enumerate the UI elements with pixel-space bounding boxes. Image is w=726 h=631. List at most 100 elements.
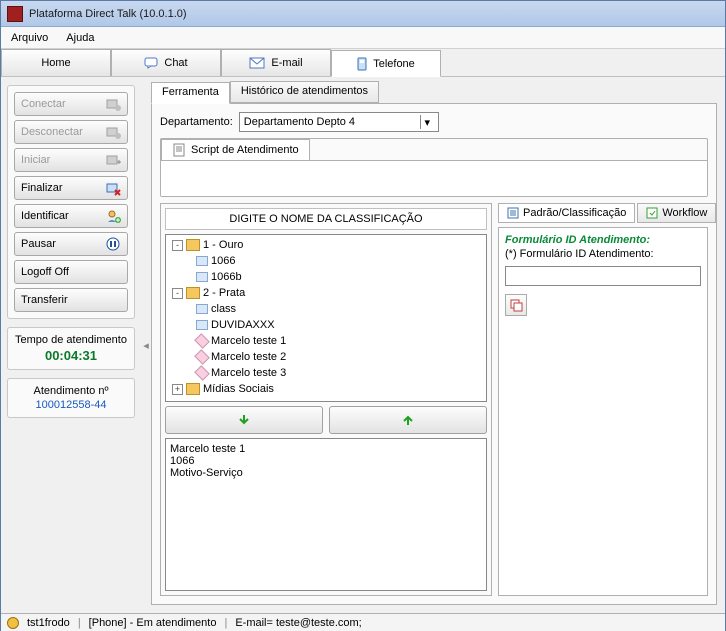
- window-title: Plataforma Direct Talk (10.0.1.0): [29, 8, 187, 20]
- leaf-icon: [196, 320, 208, 330]
- form-copy-button[interactable]: [505, 294, 527, 316]
- tree-item[interactable]: 1066: [168, 253, 484, 269]
- tab-email[interactable]: E-mail: [221, 49, 331, 76]
- leaf-icon: [196, 272, 208, 282]
- selected-item[interactable]: 1066: [170, 455, 482, 467]
- tree-item[interactable]: class: [168, 301, 484, 317]
- start-icon: [105, 152, 121, 168]
- timer-value: 00:04:31: [14, 348, 128, 363]
- sidebar-actions: Conectar Desconectar Iniciar Finalizar I…: [7, 85, 135, 319]
- phone-icon: [357, 57, 367, 71]
- chevron-down-icon: ▾: [420, 115, 434, 129]
- leaf-icon: [196, 256, 208, 266]
- department-row: Departamento: Departamento Depto 4 ▾: [160, 112, 708, 132]
- pink-icon: [194, 333, 210, 349]
- pink-icon: [194, 349, 210, 365]
- tab-workflow[interactable]: Workflow: [637, 203, 716, 223]
- connect-icon: [105, 96, 121, 112]
- tree-label: 1 - Ouro: [203, 239, 243, 251]
- atendimento-box: Atendimento nº 100012558-44: [7, 378, 135, 418]
- identify-icon: [105, 208, 121, 224]
- tree-item[interactable]: - 1 - Ouro: [168, 237, 484, 253]
- pausar-button[interactable]: Pausar: [14, 232, 128, 256]
- tab-padrao[interactable]: Padrão/Classificação: [498, 203, 635, 223]
- tab-home[interactable]: Home: [1, 49, 111, 76]
- folder-icon: [186, 239, 200, 251]
- selected-classifications[interactable]: Marcelo teste 11066Motivo-Serviço: [165, 438, 487, 591]
- expand-icon[interactable]: +: [172, 384, 183, 395]
- desconectar-button[interactable]: Desconectar: [14, 120, 128, 144]
- transferir-button[interactable]: Transferir: [14, 288, 128, 312]
- lower-area: DIGITE O NOME DA CLASSIFICAÇÃO - 1 - Ouro…: [160, 203, 708, 596]
- top-tabs: Home Chat E-mail Telefone: [1, 49, 725, 77]
- tree-item[interactable]: Marcelo teste 1: [168, 333, 484, 349]
- right-tabs: Padrão/Classificação Workflow: [498, 203, 708, 223]
- main-area: Conectar Desconectar Iniciar Finalizar I…: [1, 77, 725, 613]
- finalizar-button[interactable]: Finalizar: [14, 176, 128, 200]
- statusbar: tst1frodo | [Phone] - Em atendimento | E…: [1, 613, 725, 631]
- user-icon: [7, 617, 19, 629]
- selected-item[interactable]: Motivo-Serviço: [170, 467, 482, 479]
- splitter[interactable]: ◂: [141, 77, 151, 613]
- content: Ferramenta Histórico de atendimentos Dep…: [151, 77, 725, 613]
- workflow-icon: [646, 207, 658, 219]
- tree-label: Marcelo teste 1: [211, 335, 286, 347]
- tree-item[interactable]: Marcelo teste 3: [168, 365, 484, 381]
- disconnect-icon: [105, 124, 121, 140]
- status-user: tst1frodo: [27, 617, 70, 629]
- identificar-button[interactable]: Identificar: [14, 204, 128, 228]
- tree-item[interactable]: + Mídias Sociais: [168, 381, 484, 397]
- sub-tabs: Ferramenta Histórico de atendimentos: [151, 81, 717, 103]
- tab-chat[interactable]: Chat: [111, 49, 221, 76]
- tab-body: Departamento: Departamento Depto 4 ▾ Scr…: [151, 103, 717, 605]
- expand-icon[interactable]: -: [172, 240, 183, 251]
- conectar-button[interactable]: Conectar: [14, 92, 128, 116]
- atendimento-label: Atendimento nº: [14, 385, 128, 397]
- tree-label: Mídias Sociais: [203, 383, 274, 395]
- right-column: Padrão/Classificação Workflow Formulário…: [498, 203, 708, 596]
- menu-ajuda[interactable]: Ajuda: [66, 32, 94, 44]
- copy-icon: [509, 298, 523, 312]
- classification-title: DIGITE O NOME DA CLASSIFICAÇÃO: [165, 208, 487, 230]
- expand-icon[interactable]: -: [172, 288, 183, 299]
- form-input[interactable]: [505, 266, 701, 286]
- tree-label: DUVIDAXXX: [211, 319, 275, 331]
- move-up-button[interactable]: [329, 406, 487, 434]
- timer-label: Tempo de atendimento: [14, 334, 128, 346]
- status-state: [Phone] - Em atendimento: [89, 617, 217, 629]
- tree-label: Marcelo teste 2: [211, 351, 286, 363]
- chat-icon: [144, 57, 158, 69]
- script-panel: Script de Atendimento: [160, 138, 708, 197]
- tree-item[interactable]: 1066b: [168, 269, 484, 285]
- pause-icon: [105, 236, 121, 252]
- script-body: [161, 160, 707, 196]
- subtab-historico[interactable]: Histórico de atendimentos: [230, 81, 379, 103]
- logoff-button[interactable]: Logoff Off: [14, 260, 128, 284]
- department-value: Departamento Depto 4: [244, 116, 355, 128]
- leaf-icon: [196, 304, 208, 314]
- form-subtitle: (*) Formulário ID Atendimento:: [505, 248, 701, 260]
- arrow-up-icon: [401, 413, 415, 427]
- folder-icon: [186, 383, 200, 395]
- window-titlebar: Plataforma Direct Talk (10.0.1.0): [1, 1, 725, 27]
- arrow-buttons: [165, 406, 487, 434]
- app-icon: [7, 6, 23, 22]
- script-tab[interactable]: Script de Atendimento: [161, 139, 310, 160]
- tree-item[interactable]: - 2 - Prata: [168, 285, 484, 301]
- department-combo[interactable]: Departamento Depto 4 ▾: [239, 112, 439, 132]
- tree-item[interactable]: Marcelo teste 2: [168, 349, 484, 365]
- menu-arquivo[interactable]: Arquivo: [11, 32, 48, 44]
- tab-telefone[interactable]: Telefone: [331, 50, 441, 77]
- transfer-icon: [105, 292, 121, 308]
- tree-label: Marcelo teste 3: [211, 367, 286, 379]
- arrow-down-icon: [237, 413, 251, 427]
- tree-item[interactable]: DUVIDAXXX: [168, 317, 484, 333]
- classification-tree[interactable]: - 1 - Ouro 10661066b - 2 - Prata class DUVIDAX…: [165, 234, 487, 402]
- selected-item[interactable]: Marcelo teste 1: [170, 443, 482, 455]
- form-icon: [507, 207, 519, 219]
- timer-box: Tempo de atendimento 00:04:31: [7, 327, 135, 370]
- iniciar-button[interactable]: Iniciar: [14, 148, 128, 172]
- move-down-button[interactable]: [165, 406, 323, 434]
- subtab-ferramenta[interactable]: Ferramenta: [151, 82, 230, 104]
- tree-label: 2 - Prata: [203, 287, 245, 299]
